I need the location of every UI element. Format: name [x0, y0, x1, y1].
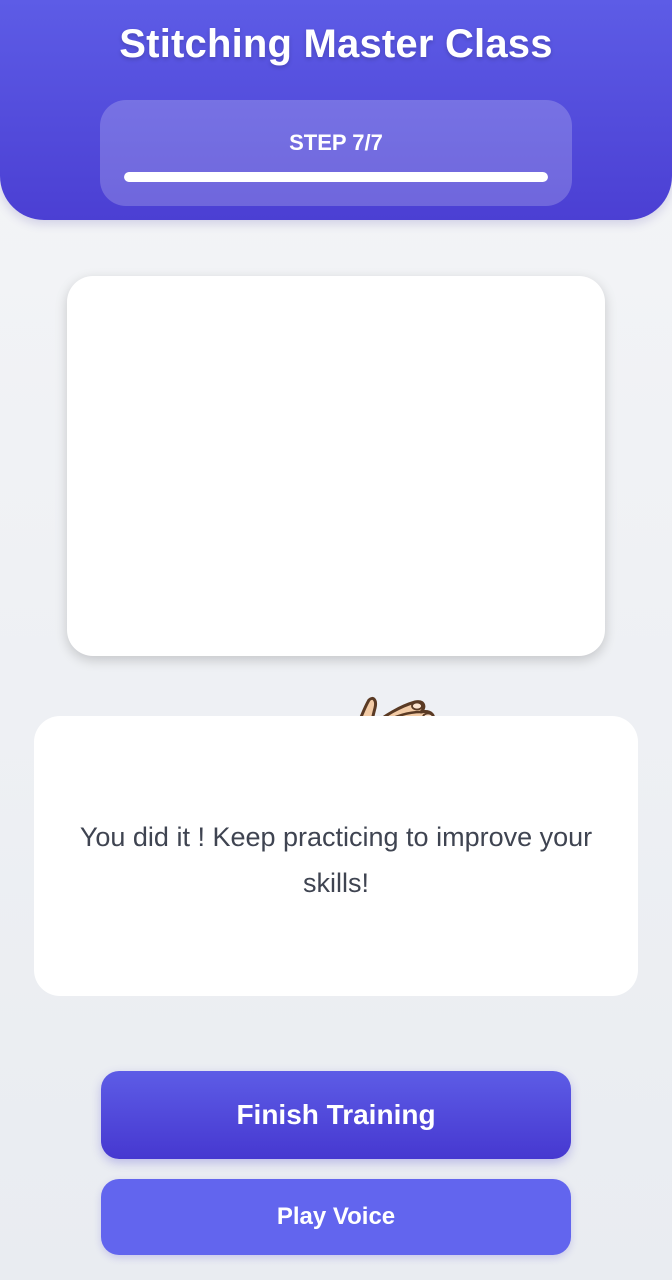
progress-card: STEP 7/7	[100, 100, 572, 206]
page-title: Stitching Master Class	[119, 22, 553, 66]
illustration-card	[67, 276, 605, 808]
progress-bar	[124, 172, 548, 182]
header: Stitching Master Class STEP 7/7	[0, 0, 672, 220]
message-card: You did it ! Keep practicing to improve …	[34, 716, 638, 996]
play-voice-button[interactable]: Play Voice	[101, 1179, 571, 1255]
step-counter: STEP 7/7	[289, 130, 383, 155]
finish-training-button[interactable]: Finish Training	[101, 1071, 571, 1159]
completion-message: You did it ! Keep practicing to improve …	[79, 822, 593, 898]
progress-bar-fill	[124, 172, 548, 182]
